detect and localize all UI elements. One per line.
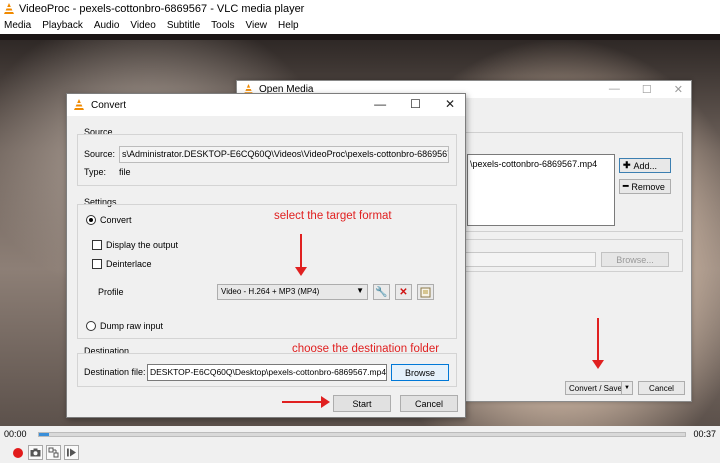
annotation-arrow-format [295, 234, 307, 276]
subtitle-file-field [465, 252, 596, 267]
new-profile-button[interactable] [417, 284, 434, 300]
menu-view[interactable]: View [246, 20, 268, 31]
menu-media[interactable]: Media [4, 20, 31, 31]
delete-icon: ✕ [399, 286, 408, 298]
source-label: Source: [84, 149, 116, 159]
close-icon[interactable]: ✕ [445, 97, 455, 111]
browse-button[interactable]: Browse [391, 364, 449, 381]
subtitle-browse-button: Browse... [601, 252, 669, 267]
vlc-titlebar: VideoProc - pexels-cottonbro-6869567 - V… [0, 0, 720, 17]
profile-value: Video - H.264 + MP3 (MP4) [221, 287, 320, 296]
elapsed-time: 00:00 [4, 429, 27, 439]
start-button[interactable]: Start [333, 395, 391, 412]
convert-option-label[interactable]: Convert [100, 215, 132, 225]
minimize-icon[interactable]: — [609, 83, 620, 96]
loop-ab-button[interactable] [46, 445, 61, 460]
convert-dialog: Convert — ☐ ✕ Source Source: s\Administr… [66, 93, 466, 418]
deinterlace-checkbox[interactable] [92, 259, 102, 269]
video-top-edge [0, 34, 720, 40]
dump-raw-radio[interactable] [86, 321, 96, 331]
add-file-button[interactable]: ✚ Add... [619, 158, 671, 173]
minus-icon: ━ [623, 181, 629, 191]
frame-step-icon [67, 448, 76, 457]
dump-raw-label[interactable]: Dump raw input [100, 321, 163, 331]
settings-group [77, 204, 457, 339]
minimize-icon[interactable]: — [374, 97, 386, 111]
record-icon [12, 447, 23, 458]
profile-dropdown[interactable]: Video - H.264 + MP3 (MP4) ▼ [217, 284, 368, 300]
type-label: Type: [84, 167, 107, 177]
file-list[interactable]: \pexels-cottonbro-6869567.mp4 [467, 154, 615, 226]
profile-label: Profile [98, 287, 124, 297]
open-media-cancel-button[interactable]: Cancel [638, 381, 685, 395]
add-button-label: Add... [633, 160, 658, 171]
convert-radio[interactable] [86, 215, 96, 225]
convert-title: Convert [91, 99, 127, 111]
seek-progress [39, 433, 49, 436]
file-list-item[interactable]: \pexels-cottonbro-6869567.mp4 [470, 159, 597, 169]
menu-playback[interactable]: Playback [42, 20, 83, 31]
menu-video[interactable]: Video [130, 20, 155, 31]
convert-save-button[interactable]: Convert / Save ▼ [565, 381, 633, 395]
remove-file-button[interactable]: ━ Remove [619, 179, 671, 194]
destination-file-label: Destination file: [84, 367, 146, 377]
menu-tools[interactable]: Tools [211, 20, 234, 31]
edit-profile-button[interactable]: 🔧 [373, 284, 390, 300]
vlc-cone-icon [4, 2, 14, 14]
delete-profile-button[interactable]: ✕ [395, 284, 412, 300]
vlc-cone-icon [74, 99, 84, 110]
source-field: s\Administrator.DESKTOP-E6CQ60Q\Videos\V… [119, 146, 449, 163]
convert-save-label: Convert / Save [569, 383, 622, 393]
maximize-icon[interactable]: ☐ [642, 83, 652, 96]
close-icon[interactable]: ✕ [674, 83, 683, 96]
chevron-down-icon[interactable]: ▼ [621, 382, 632, 394]
wrench-icon: 🔧 [375, 286, 388, 298]
remove-button-label: Remove [631, 181, 665, 192]
display-output-checkbox[interactable] [92, 240, 102, 250]
deinterlace-label[interactable]: Deinterlace [106, 259, 152, 269]
annotation-choose-folder: choose the destination folder [292, 343, 440, 355]
seekbar-row: 00:00 00:37 [0, 426, 720, 442]
window-title: VideoProc - pexels-cottonbro-6869567 - V… [19, 2, 305, 15]
type-value: file [119, 167, 131, 177]
destination-file-input[interactable]: DESKTOP-E6CQ60Q\Desktop\pexels-cottonbro… [147, 364, 387, 381]
menu-help[interactable]: Help [278, 20, 299, 31]
menu-subtitle[interactable]: Subtitle [167, 20, 200, 31]
plus-icon: ✚ [623, 160, 631, 170]
annotation-arrow-convert-save [592, 318, 604, 369]
menubar: Media Playback Audio Video Subtitle Tool… [0, 17, 720, 34]
display-output-label[interactable]: Display the output [106, 240, 178, 250]
annotation-arrow-start [282, 396, 330, 408]
new-profile-icon [420, 287, 431, 297]
seek-slider[interactable] [38, 432, 686, 437]
snapshot-button[interactable] [28, 445, 43, 460]
open-media-window-controls: — ☐ ✕ [609, 83, 683, 96]
annotation-select-format: select the target format [274, 210, 392, 222]
chevron-down-icon: ▼ [356, 286, 364, 295]
playback-controls [0, 442, 720, 463]
record-button[interactable] [10, 445, 25, 460]
camera-icon [30, 448, 41, 457]
frame-step-button[interactable] [64, 445, 79, 460]
total-time: 00:37 [693, 429, 716, 439]
loop-ab-icon [48, 447, 59, 458]
convert-window-controls: — ☐ ✕ [374, 97, 455, 111]
maximize-icon[interactable]: ☐ [410, 97, 421, 111]
menu-audio[interactable]: Audio [94, 20, 120, 31]
cancel-button[interactable]: Cancel [400, 395, 458, 412]
